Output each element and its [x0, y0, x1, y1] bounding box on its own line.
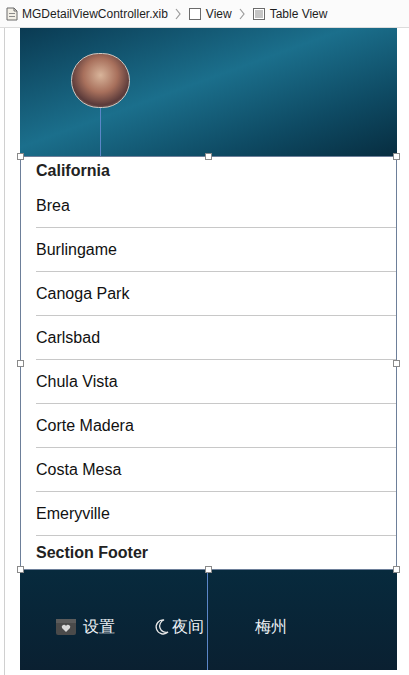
breadcrumb-item[interactable]: MGDetailViewController.xib [6, 5, 168, 23]
device-view[interactable]: California Brea Burlingame Canoga Park Carls… [20, 28, 397, 670]
resize-handle[interactable] [393, 153, 400, 160]
table-row[interactable]: Corte Madera [21, 404, 396, 448]
row-label[interactable]: Burlingame [36, 238, 117, 262]
guide-line [207, 570, 208, 670]
row-label[interactable]: Carlsbad [36, 326, 100, 350]
table-row[interactable]: Carlsbad [21, 316, 396, 360]
breadcrumb-item[interactable]: View [188, 5, 232, 23]
bottom-bar-item[interactable]: 夜间 [152, 615, 255, 639]
header-image [20, 28, 397, 156]
guide-line [100, 108, 101, 156]
table-row[interactable]: Canoga Park [21, 272, 396, 316]
bottom-bar: 设置 夜间 梅州 [20, 570, 397, 670]
table-row[interactable]: Brea [21, 184, 396, 228]
resize-handle[interactable] [17, 360, 24, 367]
table-row[interactable]: Costa Mesa [21, 448, 396, 492]
table-row[interactable]: Emeryville [21, 492, 396, 536]
row-label[interactable]: Emeryville [36, 502, 110, 526]
moon-icon [152, 618, 170, 636]
canvas-edge [0, 28, 5, 675]
resize-handle[interactable] [393, 566, 400, 573]
breadcrumb-label[interactable]: Table View [270, 5, 328, 23]
resize-handle[interactable] [393, 360, 400, 367]
bottom-bar-item[interactable]: 设置 [55, 615, 152, 639]
bottom-bar-label[interactable]: 设置 [83, 615, 115, 639]
breadcrumb-label[interactable]: View [206, 5, 232, 23]
section-header: California [21, 157, 396, 184]
resize-handle[interactable] [17, 566, 24, 573]
chevron-icon [239, 8, 245, 20]
table-row[interactable]: Burlingame [21, 228, 396, 272]
table-row[interactable]: Chula Vista [21, 360, 396, 404]
jump-bar: MGDetailViewController.xib View Table View [0, 0, 409, 28]
row-label[interactable]: Brea [36, 194, 70, 218]
table-icon [252, 7, 266, 21]
row-label[interactable]: Chula Vista [36, 370, 118, 394]
row-label[interactable]: Corte Madera [36, 414, 134, 438]
view-icon [188, 7, 202, 21]
file-icon [6, 7, 18, 21]
resize-handle[interactable] [17, 153, 24, 160]
bottom-bar-item[interactable]: 梅州 [255, 615, 335, 639]
breadcrumb-item[interactable]: Table View [252, 5, 328, 23]
resize-handle[interactable] [205, 566, 212, 573]
bottom-bar-label[interactable]: 夜间 [172, 615, 204, 639]
row-label[interactable]: Canoga Park [36, 282, 129, 306]
row-label[interactable]: Costa Mesa [36, 458, 121, 482]
table-view[interactable]: California Brea Burlingame Canoga Park Carls… [20, 156, 397, 570]
settings-icon [55, 618, 77, 636]
avatar-image[interactable] [71, 53, 130, 108]
breadcrumb-label[interactable]: MGDetailViewController.xib [22, 5, 168, 23]
bottom-bar-label[interactable]: 梅州 [255, 615, 287, 639]
chevron-icon [175, 8, 181, 20]
canvas: California Brea Burlingame Canoga Park Carls… [0, 28, 409, 675]
section-footer: Section Footer [21, 536, 396, 570]
resize-handle[interactable] [205, 153, 212, 160]
